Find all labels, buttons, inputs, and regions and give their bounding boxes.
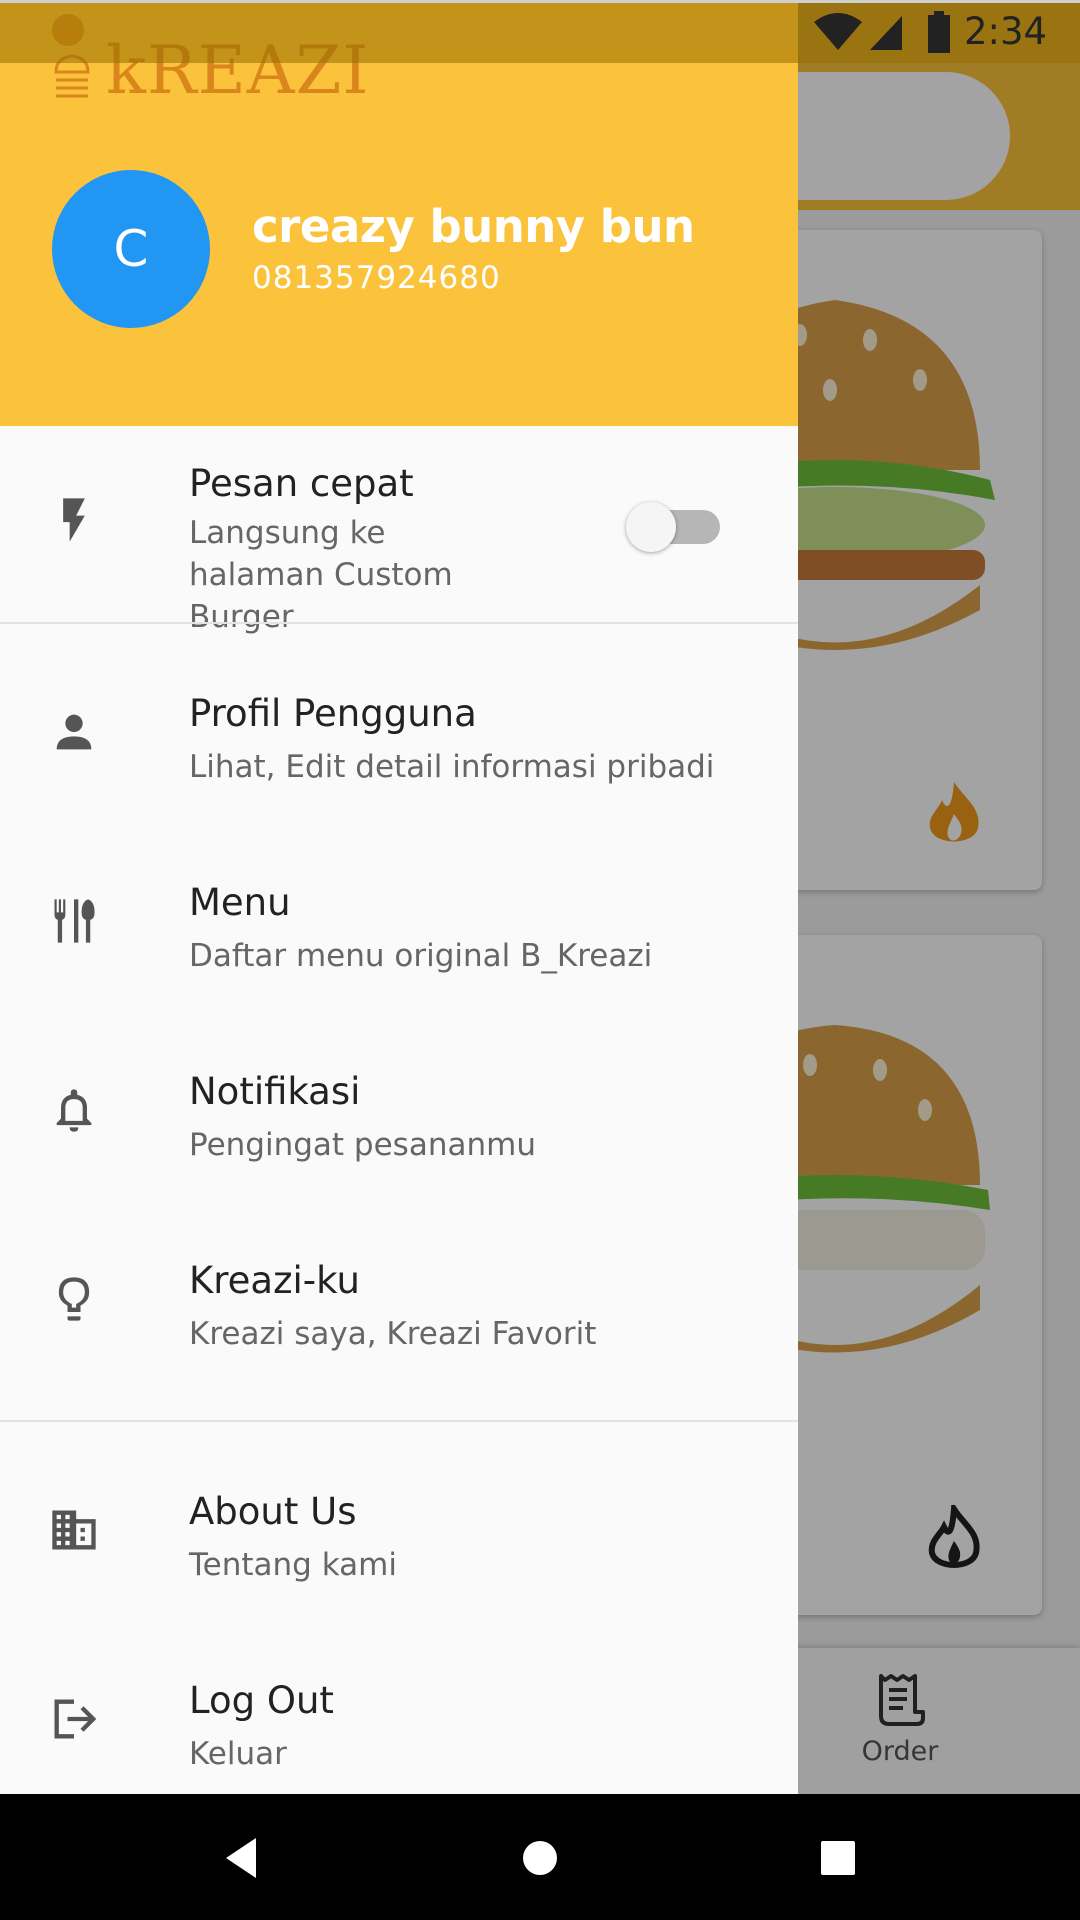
building-icon xyxy=(44,1500,104,1560)
drawer-item-profile[interactable]: Profil Pengguna Lihat, Edit detail infor… xyxy=(0,640,798,830)
divider xyxy=(0,1420,798,1422)
home-icon[interactable] xyxy=(512,1830,568,1886)
status-bar-edge xyxy=(0,0,1080,3)
quick-order-title: Pesan cepat xyxy=(189,462,414,505)
recents-icon[interactable] xyxy=(810,1830,866,1886)
quick-order-row[interactable]: Pesan cepat Langsung ke halaman Custom B… xyxy=(0,426,798,635)
back-icon[interactable] xyxy=(214,1830,270,1886)
drawer-item-title: Log Out xyxy=(189,1679,334,1722)
logout-icon xyxy=(44,1689,104,1749)
drawer-item-subtitle: Lihat, Edit detail informasi pribadi xyxy=(189,749,715,785)
drawer-item-about[interactable]: About Us Tentang kami xyxy=(0,1438,798,1628)
drawer-item-title: Kreazi-ku xyxy=(189,1259,360,1302)
status-icons xyxy=(812,11,952,53)
avatar[interactable]: C xyxy=(52,170,210,328)
drawer-item-subtitle: Keluar xyxy=(189,1736,287,1772)
toggle-knob xyxy=(626,502,676,552)
system-nav-bar xyxy=(0,1794,1080,1920)
drawer-item-kreazi-ku[interactable]: Kreazi-ku Kreazi saya, Kreazi Favorit xyxy=(0,1207,798,1397)
drawer-item-subtitle: Pengingat pesananmu xyxy=(189,1127,536,1163)
drawer-header: kREAZI C creazy bunny bun 081357924680 xyxy=(0,0,798,426)
battery-icon xyxy=(928,11,950,53)
restaurant-icon xyxy=(44,891,104,951)
flash-icon xyxy=(44,490,104,550)
wifi-icon xyxy=(814,13,862,50)
drawer-item-title: Menu xyxy=(189,881,291,924)
drawer-item-subtitle: Kreazi saya, Kreazi Favorit xyxy=(189,1316,597,1352)
status-time: 2:34 xyxy=(964,10,1048,53)
person-icon xyxy=(44,702,104,762)
drawer-item-menu[interactable]: Menu Daftar menu original B_Kreazi xyxy=(0,829,798,1019)
lightbulb-icon xyxy=(44,1269,104,1329)
quick-order-toggle[interactable] xyxy=(626,502,726,552)
navigation-drawer: kREAZI C creazy bunny bun 081357924680 P… xyxy=(0,0,798,1794)
user-phone: 081357924680 xyxy=(252,260,501,296)
drawer-item-subtitle: Tentang kami xyxy=(189,1547,397,1583)
user-name: creazy bunny bun xyxy=(252,200,695,253)
status-bar: 2:34 xyxy=(0,0,1080,63)
drawer-item-title: Profil Pengguna xyxy=(189,692,477,735)
signal-icon xyxy=(870,16,902,50)
bell-icon xyxy=(44,1080,104,1140)
divider xyxy=(0,622,798,624)
drawer-item-title: About Us xyxy=(189,1490,357,1533)
drawer-item-subtitle: Daftar menu original B_Kreazi xyxy=(189,938,653,974)
drawer-item-logout[interactable]: Log Out Keluar xyxy=(0,1627,798,1794)
drawer-item-title: Notifikasi xyxy=(189,1070,361,1113)
drawer-item-notifications[interactable]: Notifikasi Pengingat pesananmu xyxy=(0,1018,798,1208)
quick-order-subtitle: Langsung ke halaman Custom Burger xyxy=(189,515,453,635)
